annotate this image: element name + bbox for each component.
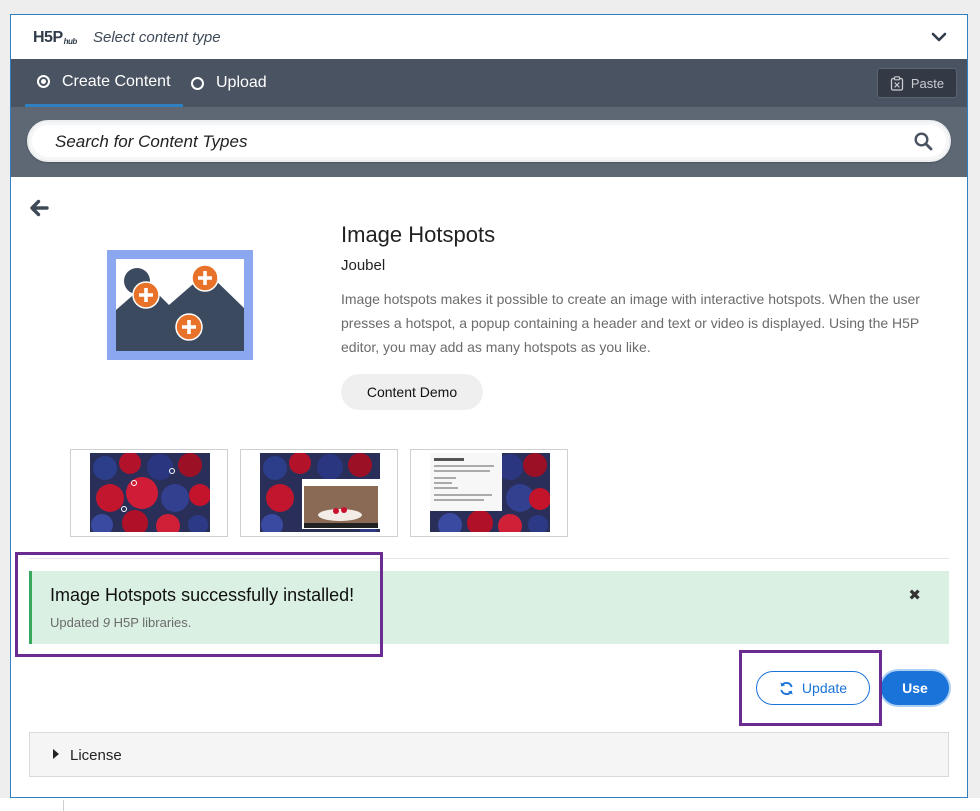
paste-label: Paste (910, 75, 945, 91)
search-box[interactable] (27, 120, 951, 162)
select-content-type-title: Select content type (93, 29, 221, 46)
back-arrow-icon[interactable] (29, 199, 49, 217)
paste-button[interactable]: Paste (877, 68, 957, 98)
content-demo-button[interactable]: Content Demo (341, 374, 483, 410)
screenshot-image (260, 453, 380, 532)
tab-upload[interactable]: Upload (191, 59, 267, 107)
search-icon[interactable] (914, 132, 933, 151)
use-button[interactable]: Use (881, 671, 949, 705)
tab-upload-label: Upload (216, 74, 267, 91)
screenshot-image (90, 453, 210, 532)
close-icon[interactable]: ✖ (908, 586, 921, 604)
search-input[interactable] (53, 131, 877, 153)
search-bar (11, 107, 967, 177)
h5p-hub-logo: H5Phub (33, 29, 77, 46)
footer-divider (63, 800, 64, 811)
screenshot-thumbnail[interactable] (70, 449, 228, 537)
content-type-owner: Joubel (341, 257, 386, 274)
chevron-down-icon[interactable] (931, 29, 947, 45)
license-label: License (70, 747, 122, 764)
license-panel[interactable]: License (29, 732, 949, 777)
hub-nav-bar: Create Content Upload Paste (11, 59, 967, 107)
content-type-title: Image Hotspots (341, 222, 496, 247)
screenshot-thumbnail[interactable] (240, 449, 398, 537)
image-hotspots-icon (116, 259, 244, 351)
update-highlight-box (739, 650, 882, 726)
tab-create-content[interactable]: Create Content (25, 59, 183, 107)
content-type-icon (107, 250, 253, 360)
tab-create-content-label: Create Content (62, 72, 171, 90)
page-footer-strip (0, 798, 980, 811)
radio-selected-icon (37, 75, 50, 88)
caret-right-icon (53, 749, 59, 759)
content-type-hub: H5Phub Select content type Create Conten… (10, 14, 968, 798)
hub-header[interactable]: H5Phub Select content type (11, 15, 967, 59)
message-highlight-box (15, 552, 383, 657)
radio-empty-icon (191, 76, 204, 90)
clipboard-icon (890, 75, 904, 91)
screenshot-thumbnail[interactable] (410, 449, 568, 537)
content-type-description: Image hotspots makes it possible to crea… (341, 291, 920, 355)
screenshot-image (430, 453, 550, 532)
